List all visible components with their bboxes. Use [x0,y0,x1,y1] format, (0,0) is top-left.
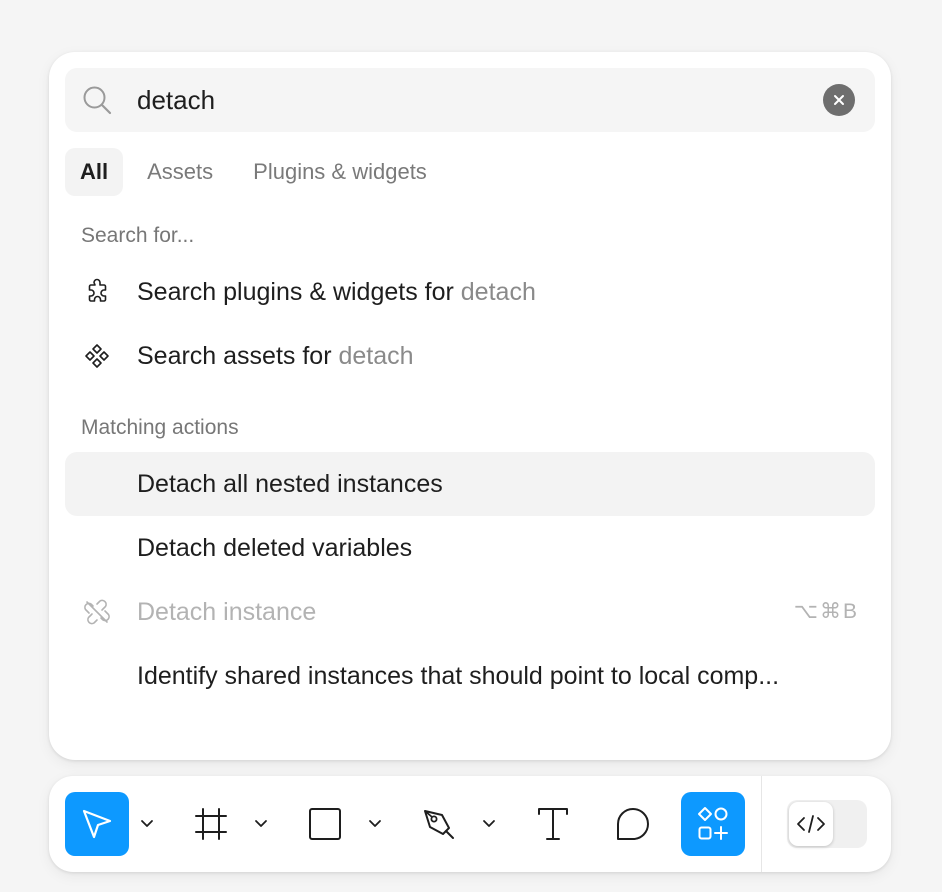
comment-icon [617,808,649,840]
search-assets-row[interactable]: Search assets for detach [65,324,875,388]
text-tool-button[interactable] [521,792,585,856]
tab-all[interactable]: All [65,148,124,196]
actions-tool-button[interactable] [681,792,745,856]
bottom-toolbar [49,776,891,872]
search-plugins-row[interactable]: Search plugins & widgets for detach [65,260,875,324]
search-for-heading: Search for... [81,224,195,247]
action-label: Detach deleted variables [137,534,413,562]
clear-search-button[interactable] [823,84,855,116]
action-detach-instance: Detach instance ⌥⌘B [65,580,875,644]
frame-icon [195,808,227,840]
action-label: Detach all nested instances [137,470,443,498]
action-label: Detach instance [137,598,317,626]
shape-tool-button[interactable] [293,792,357,856]
pen-tool-button[interactable] [407,792,471,856]
frame-tool-button[interactable] [179,792,243,856]
action-label: Identify shared instances that should po… [137,662,780,690]
dev-mode-knob [789,802,833,846]
move-tool-button[interactable] [65,792,129,856]
dev-mode-toggle[interactable] [787,800,867,848]
action-identify-shared-instances[interactable]: Identify shared instances that should po… [65,644,875,708]
action-detach-deleted-variables[interactable]: Detach deleted variables [65,516,875,580]
search-field[interactable]: detach [65,68,875,132]
rectangle-icon [309,808,341,840]
text-icon [538,808,568,840]
code-icon [797,815,825,833]
pen-icon [424,810,454,839]
cursor-icon [82,809,112,839]
chevron-down-icon[interactable] [254,818,268,828]
filter-tabs: All Assets Plugins & widgets [65,148,443,196]
close-icon [834,95,844,105]
assets-icon [85,344,109,368]
plugin-icon [88,278,107,302]
toolbar-divider [761,776,762,872]
search-icon [83,86,112,115]
chevron-down-icon[interactable] [140,818,154,828]
matching-actions-heading: Matching actions [81,416,239,439]
detach-instance-icon [84,599,110,625]
comment-tool-button[interactable] [601,792,665,856]
search-plugins-label: Search plugins & widgets for detach [137,278,536,306]
keyboard-shortcut: ⌥⌘B [793,600,859,623]
chevron-down-icon[interactable] [482,818,496,828]
action-detach-all-nested[interactable]: Detach all nested instances [65,452,875,516]
search-assets-label: Search assets for detach [137,342,414,370]
tab-assets[interactable]: Assets [131,148,229,196]
quick-actions-panel: detach All Assets Plugins & widgets Sear… [49,52,891,760]
search-input[interactable]: detach [137,68,215,132]
chevron-down-icon[interactable] [368,818,382,828]
actions-icon [698,807,728,840]
tab-plugins-widgets[interactable]: Plugins & widgets [237,148,443,196]
